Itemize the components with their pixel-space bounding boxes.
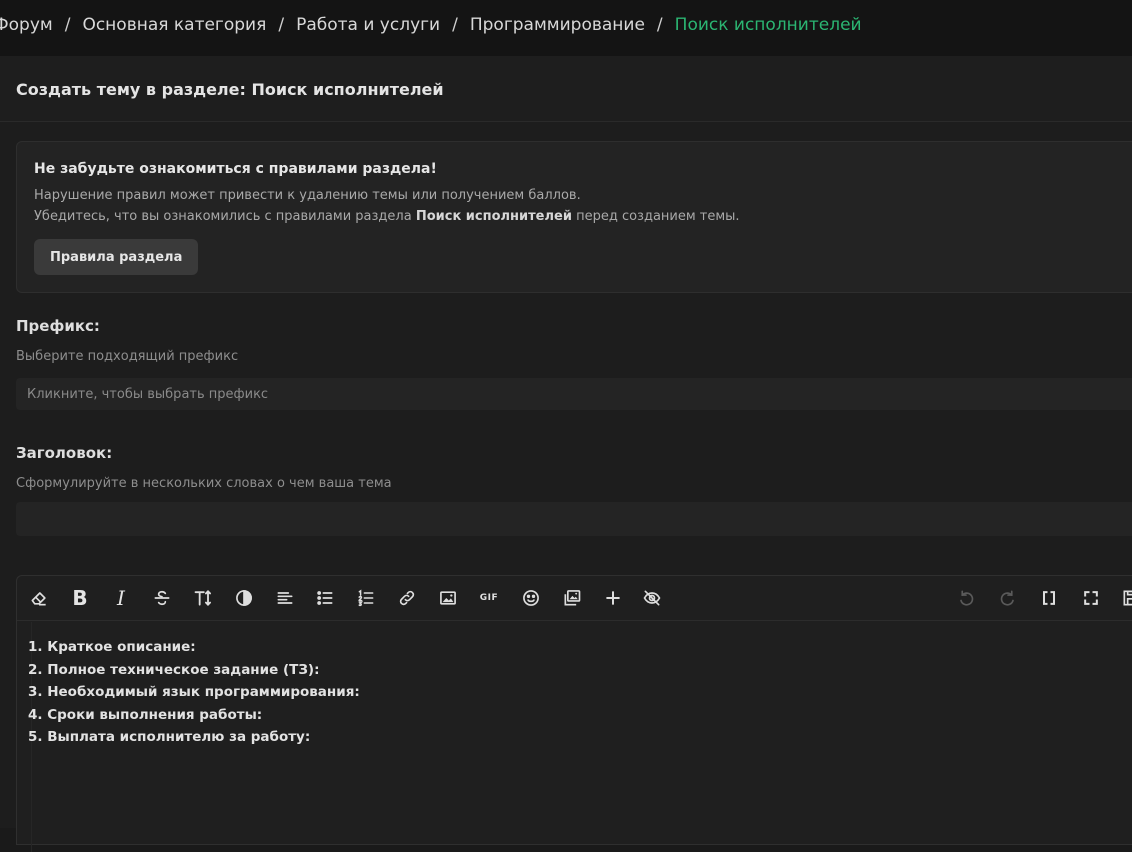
editor-toolbar: B I GIF: [17, 576, 1132, 621]
undo-icon[interactable]: [954, 586, 978, 610]
editor-line: 2. Полное техническое задание (ТЗ):: [28, 661, 320, 678]
emoji-icon[interactable]: [519, 586, 543, 610]
italic-icon[interactable]: I: [109, 586, 133, 610]
save-draft-icon[interactable]: [1119, 586, 1132, 610]
hide-icon[interactable]: [640, 586, 664, 610]
prefix-placeholder: Кликните, чтобы выбрать префикс: [27, 386, 269, 402]
notice-title: Не забудьте ознакомиться с правилами раз…: [34, 161, 437, 177]
bold-icon[interactable]: B: [68, 586, 92, 610]
notice-text-line2: Убедитесь, что вы ознакомились с правила…: [34, 209, 740, 224]
eraser-icon[interactable]: [27, 586, 51, 610]
align-left-icon[interactable]: [273, 586, 297, 610]
numbered-list-icon[interactable]: [354, 586, 378, 610]
bulleted-list-icon[interactable]: [313, 586, 337, 610]
notice-text-part: перед созданием темы.: [571, 209, 740, 224]
breadcrumb-separator: /: [64, 15, 71, 35]
media-gallery-icon[interactable]: [560, 586, 584, 610]
prefix-label: Префикс:: [16, 317, 100, 335]
fullscreen-icon[interactable]: [1079, 586, 1103, 610]
gif-label: GIF: [479, 593, 499, 603]
notice-text-line1: Нарушение правил может привести к удален…: [34, 188, 581, 203]
title-label: Заголовок:: [16, 444, 113, 462]
breadcrumb-item-main-category[interactable]: Основная категория: [82, 15, 266, 35]
prefix-hint: Выберите подходящий префикс: [16, 349, 239, 364]
italic-glyph: I: [117, 586, 125, 610]
breadcrumb-item-programming[interactable]: Программирование: [470, 15, 645, 35]
prefix-select[interactable]: Кликните, чтобы выбрать префикс: [16, 378, 1132, 410]
bold-glyph: B: [72, 586, 88, 610]
breadcrumb-bar: Форум / Основная категория / Работа и ус…: [0, 0, 1132, 56]
gif-icon[interactable]: GIF: [477, 586, 501, 610]
breadcrumb-item-forum[interactable]: Форум: [0, 15, 53, 35]
link-icon[interactable]: [395, 586, 419, 610]
breadcrumb-item-current[interactable]: Поиск исполнителей: [675, 15, 862, 35]
title-input[interactable]: [16, 502, 1132, 536]
editor-line: 5. Выплата исполнителю за работу:: [28, 729, 311, 745]
editor-line: 1. Краткое описание:: [28, 639, 196, 655]
breadcrumb-separator: /: [278, 15, 285, 35]
breadcrumb: Форум / Основная категория / Работа и ус…: [0, 15, 862, 35]
panel-header: Создать тему в разделе: Поиск исполнител…: [0, 56, 1132, 122]
editor-line: 4. Сроки выполнения работы:: [28, 706, 263, 723]
redo-icon[interactable]: [996, 586, 1020, 610]
bbcode-icon[interactable]: [1037, 586, 1061, 610]
breadcrumb-separator: /: [656, 15, 663, 35]
rules-notice: Не забудьте ознакомиться с правилами раз…: [16, 141, 1132, 293]
strikethrough-icon[interactable]: [150, 586, 174, 610]
title-hint: Сформулируйте в нескольких словах о чем …: [16, 476, 392, 491]
text-size-icon[interactable]: [191, 586, 215, 610]
breadcrumb-separator: /: [452, 15, 458, 35]
image-icon[interactable]: [436, 586, 460, 610]
notice-text-part: Убедитесь, что вы ознакомились с правила…: [34, 209, 416, 224]
notice-section-name: Поиск исполнителей: [415, 209, 572, 224]
plus-icon[interactable]: [601, 586, 625, 610]
color-icon[interactable]: [232, 586, 256, 610]
editor-content[interactable]: 1. Краткое описание: 2. Полное техническ…: [28, 636, 1132, 844]
section-rules-button[interactable]: Правила раздела: [34, 239, 199, 275]
editor-line: 3. Необходимый язык программирования:: [28, 684, 360, 700]
breadcrumb-item-work-services[interactable]: Работа и услуги: [296, 15, 440, 35]
message-editor: B I GIF 1. Краткое описание: 2. Полное т…: [16, 575, 1132, 852]
create-thread-form: Не забудьте ознакомиться с правилами раз…: [0, 122, 1132, 852]
page-title: Создать тему в разделе: Поиск исполнител…: [16, 80, 444, 99]
